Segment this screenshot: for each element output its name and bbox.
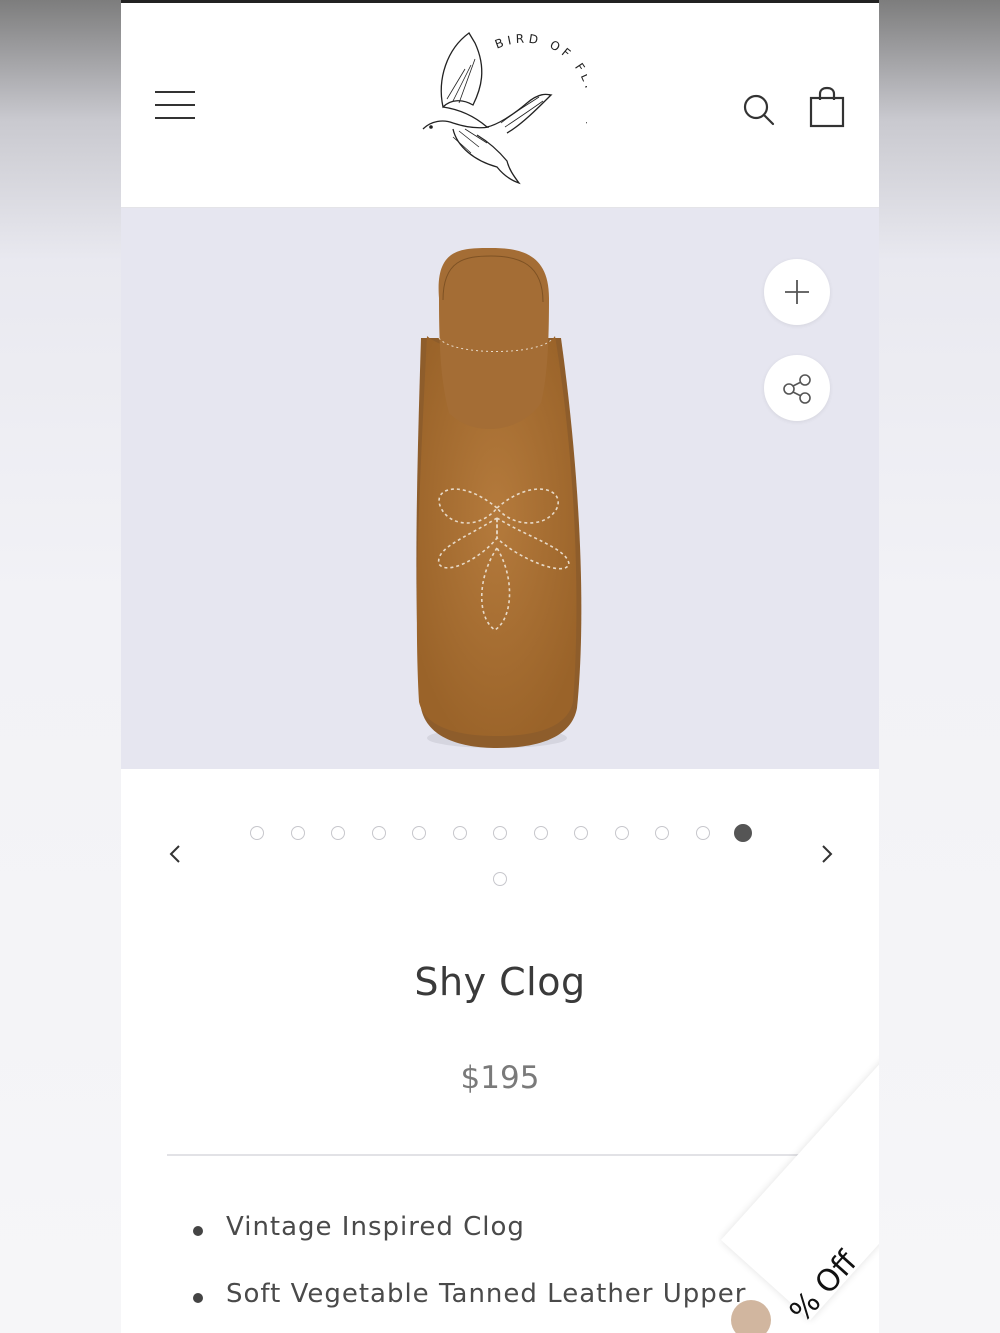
pagination-dot[interactable] bbox=[614, 826, 629, 840]
product-image-gallery[interactable] bbox=[121, 208, 879, 769]
feature-text: Vintage Inspired Clog bbox=[226, 1212, 525, 1242]
menu-icon-bar bbox=[155, 91, 195, 93]
menu-icon-bar bbox=[155, 117, 195, 119]
pagination-dot[interactable] bbox=[734, 824, 752, 842]
pagination-dot[interactable] bbox=[574, 826, 588, 840]
pagination-dot[interactable] bbox=[452, 826, 467, 840]
site-header: BIRD OF FLIGHT bbox=[121, 3, 879, 208]
pagination-dot[interactable] bbox=[331, 826, 345, 840]
pagination-dot[interactable] bbox=[493, 872, 507, 886]
product-title: Shy Clog bbox=[414, 960, 586, 1004]
pagination-dot[interactable] bbox=[493, 826, 507, 840]
search-button[interactable] bbox=[739, 90, 779, 130]
swallow-logo-icon: BIRD OF FLIGHT bbox=[422, 32, 596, 185]
chevron-left-icon bbox=[169, 845, 180, 863]
feature-list: Vintage Inspired Clog Soft Vegetable Tan… bbox=[193, 1212, 746, 1333]
previous-image-button[interactable] bbox=[161, 838, 189, 870]
chevron-right-icon bbox=[822, 845, 833, 863]
cart-button[interactable] bbox=[807, 86, 847, 130]
zoom-button[interactable] bbox=[764, 259, 830, 325]
pagination-dot[interactable] bbox=[250, 826, 264, 840]
share-icon bbox=[783, 374, 811, 404]
shopping-bag-icon bbox=[809, 86, 845, 128]
list-item: Soft Vegetable Tanned Leather Upper bbox=[193, 1279, 746, 1333]
feature-text: Soft Vegetable Tanned Leather Upper bbox=[226, 1279, 747, 1309]
product-price: $195 bbox=[460, 1060, 540, 1096]
next-image-button[interactable] bbox=[813, 838, 841, 870]
list-item: Vintage Inspired Clog bbox=[193, 1212, 746, 1279]
pagination-dot[interactable] bbox=[412, 826, 426, 840]
search-icon bbox=[743, 94, 775, 126]
divider bbox=[167, 1154, 833, 1156]
pagination-dot[interactable] bbox=[290, 826, 305, 840]
promo-decoration bbox=[731, 1300, 771, 1333]
menu-button[interactable] bbox=[155, 91, 195, 121]
pagination-dot[interactable] bbox=[655, 826, 669, 840]
brand-logo[interactable]: BIRD OF FLIGHT bbox=[417, 29, 596, 189]
bullet-icon bbox=[193, 1226, 203, 1236]
pagination-dot[interactable] bbox=[695, 826, 710, 840]
share-button[interactable] bbox=[764, 355, 830, 421]
phone-screen: BIRD OF FLIGHT bbox=[121, 0, 879, 1333]
pagination-dot[interactable] bbox=[533, 826, 548, 840]
bullet-icon bbox=[193, 1293, 203, 1303]
menu-icon-bar bbox=[155, 104, 195, 106]
plus-icon bbox=[785, 280, 809, 304]
pagination-dot[interactable] bbox=[371, 826, 386, 840]
